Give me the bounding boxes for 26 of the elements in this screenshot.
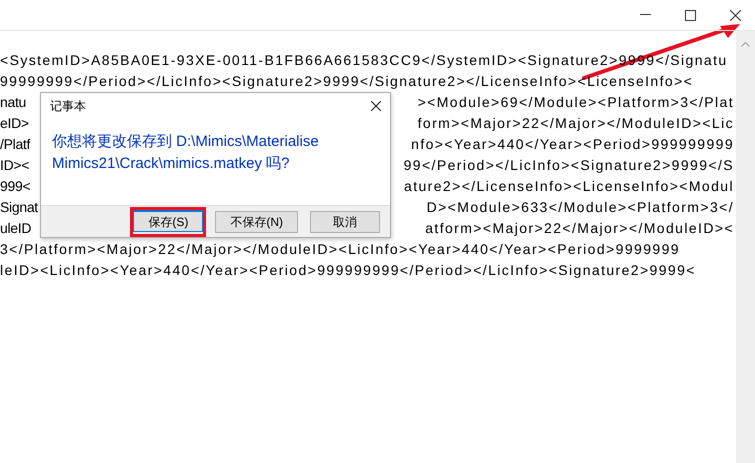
close-icon[interactable] (371, 101, 381, 111)
text-line: D><Module>633</Module><Platform>3</ (426, 198, 734, 217)
text-line: /Platf (0, 135, 30, 154)
minimize-icon[interactable] (640, 14, 651, 16)
text-line: uleID (0, 219, 32, 238)
text-line: form><Major>22</Major></ModuleID><Lic (418, 114, 734, 133)
dialog-button[interactable]: 保存(S) (133, 210, 204, 232)
dialog-button[interactable]: 取消 (310, 210, 380, 232)
text-line: 3</Platform><Major>22</Major></ModuleID><LicInfo><Year>440</Year><Period>9999999 (0, 240, 680, 259)
text-line: natu (0, 93, 26, 112)
dialog-title: 记事本 (50, 98, 86, 115)
text-line: ><Module>69</Module><Platform>3</Plat (418, 93, 734, 112)
text-line: Signat (0, 198, 38, 217)
close-icon[interactable] (730, 10, 741, 20)
text-line: 999< (0, 177, 30, 196)
text-line: atform><Major>22</Major></ModuleID>< (425, 219, 734, 238)
dialog-message: 你想将更改保存到 D:\Mimics\Materialise Mimics21\Crack\mimics.matkey 吗? (52, 132, 320, 174)
text-line: 99</Period></LicInfo><Signature2>9999</S (404, 156, 734, 175)
text-line: nfo><Year>440</Year><Period>999999999 (411, 135, 734, 154)
text-line: 99999999</Period></LicInfo><Signature2>9999</Signature2></LicenseInfo><LicenseInfo>< (0, 72, 694, 91)
text-line: leID><LicInfo><Year>440</Year><Period>999999999</Period></LicInfo><Signature2>9999< (0, 261, 696, 280)
text-line: ID>< (0, 156, 30, 175)
dialog-button[interactable]: 不保存(N) (215, 210, 298, 232)
text-line: ature2></LicenseInfo><LicenseInfo><Modul (404, 177, 734, 196)
maximize-icon[interactable] (685, 10, 696, 20)
text-line: eID> (0, 114, 29, 133)
